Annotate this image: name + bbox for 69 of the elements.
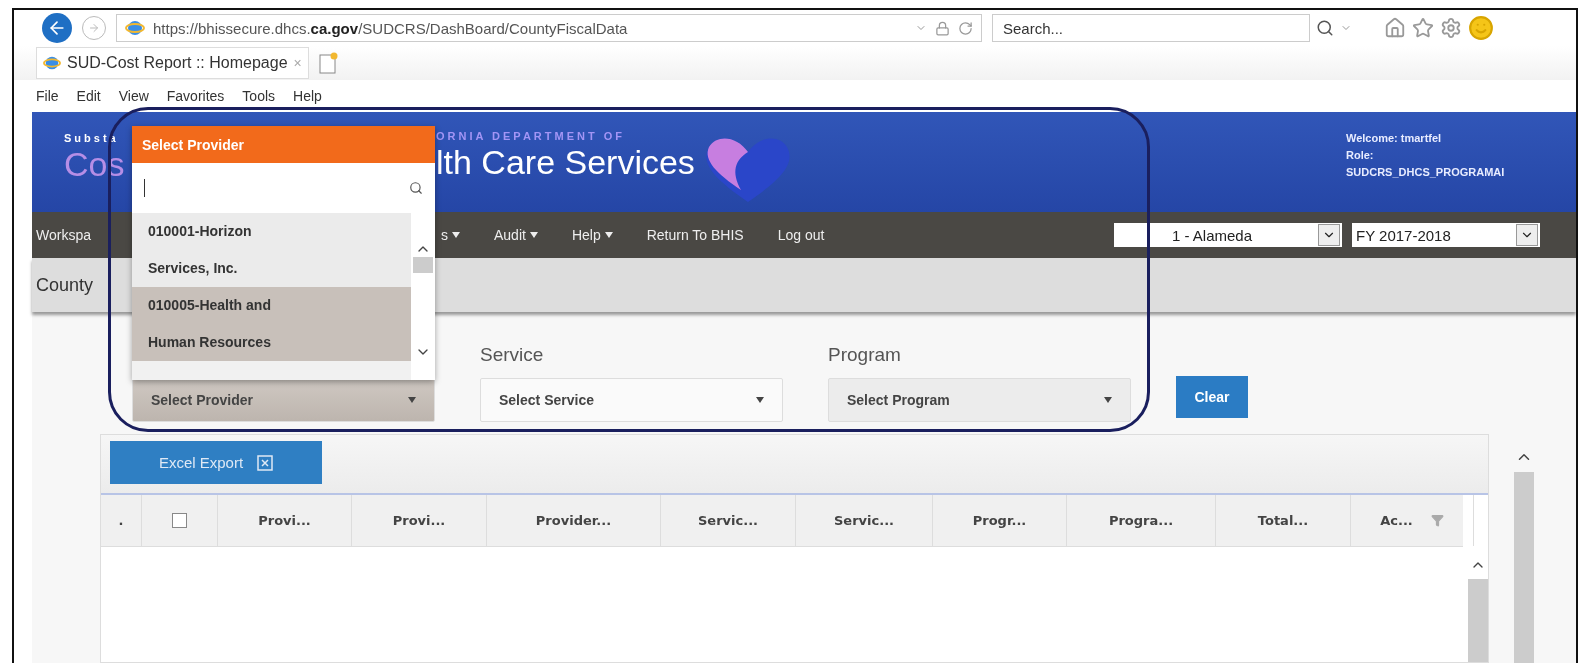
excel-export-button[interactable]: Excel Export (110, 441, 322, 484)
role-label: Role: (1346, 149, 1375, 161)
scrollbar-thumb[interactable] (413, 257, 433, 273)
filter-select[interactable]: Select Provider (132, 378, 435, 422)
dropdown-title: Select Provider (132, 126, 435, 163)
search-input[interactable] (132, 163, 435, 213)
back-button[interactable] (42, 13, 72, 43)
column-header[interactable]: Ac... (1351, 495, 1474, 546)
scrollbar[interactable] (411, 213, 435, 380)
column-header[interactable]: Provi... (218, 495, 352, 546)
caret-icon (452, 232, 460, 238)
column-header[interactable]: Servic... (661, 495, 796, 546)
filter-label: Program (828, 344, 902, 366)
nav-item[interactable]: Log out (777, 227, 825, 243)
caret-icon (604, 232, 613, 238)
caret-icon (1104, 397, 1112, 403)
welcome-text: Welcome: tmartfel (1346, 132, 1443, 144)
page-title: County (36, 274, 94, 296)
nav-item[interactable]: Return To BHIS (646, 227, 744, 243)
menu-item[interactable]: Favorites (166, 88, 225, 104)
caret-icon (756, 397, 764, 403)
clear-button[interactable]: Clear (1176, 376, 1248, 418)
filter-select[interactable]: Select Service (480, 378, 783, 422)
smiley-icon[interactable] (1468, 15, 1494, 41)
header-title: lth Care Services (436, 142, 695, 182)
search-icon[interactable] (1316, 19, 1334, 37)
county-select[interactable]: 1 - Alameda (1114, 223, 1342, 247)
nav-item[interactable]: s (441, 227, 460, 243)
globe-icon (43, 54, 61, 72)
refresh-icon[interactable] (958, 20, 973, 36)
dropdown-option[interactable]: 010005-Health and Human Resources (132, 287, 411, 361)
menu-item[interactable]: File (36, 88, 59, 104)
column-header[interactable]: Provi... (352, 495, 487, 546)
spreadsheet-icon (257, 454, 274, 471)
caret-icon (529, 232, 538, 238)
dropdown-option[interactable]: 010001-Horizon Services, Inc. (132, 213, 411, 287)
globe-icon (125, 18, 145, 38)
scrollbar-thumb[interactable] (1468, 579, 1488, 662)
search-field[interactable]: Search... (992, 14, 1310, 42)
column-header[interactable]: Progra... (1067, 495, 1216, 546)
nav-item[interactable]: Audit (494, 227, 538, 243)
header-subtitle: ORNIA DEPARTMENT OF (436, 130, 626, 142)
menu-item[interactable]: Help (293, 88, 322, 104)
column-header[interactable]: Provider... (487, 495, 661, 546)
lock-icon (935, 20, 950, 36)
column-header[interactable]: Total... (1216, 495, 1351, 546)
menu-item[interactable]: Edit (76, 88, 101, 104)
column-header[interactable]: Progr... (933, 495, 1067, 546)
menu-item[interactable]: Tools (242, 88, 276, 104)
nav-item[interactable]: Help (571, 227, 613, 243)
browser-tab[interactable]: SUD-Cost Report :: Homepage × (36, 47, 309, 79)
address-bar[interactable]: https://bhissecure.dhcs.ca.gov/SUDCRS/DashBoard/CountyFiscalData (116, 14, 982, 42)
caret-icon (408, 397, 416, 403)
star-icon[interactable] (1412, 17, 1434, 39)
fiscal-year-select[interactable]: FY 2017-2018 (1352, 223, 1540, 247)
role-value: SUDCRS_DHCS_PROGRAMAI (1346, 166, 1506, 178)
scrollbar-thumb[interactable] (1513, 472, 1534, 663)
menu-item[interactable]: View (118, 88, 149, 104)
search-icon (409, 181, 423, 195)
new-tab-icon[interactable] (316, 51, 339, 75)
column-header[interactable]: Servic... (796, 495, 933, 546)
select-all-checkbox[interactable] (172, 513, 187, 528)
home-icon[interactable] (1384, 17, 1406, 39)
column-header[interactable]: . (101, 495, 142, 546)
filter-icon[interactable] (1430, 514, 1444, 527)
settings-icon[interactable] (1440, 17, 1462, 39)
forward-icon (88, 22, 100, 34)
nav-item[interactable]: Workspa (36, 227, 91, 243)
filter-label: Service (480, 344, 545, 366)
